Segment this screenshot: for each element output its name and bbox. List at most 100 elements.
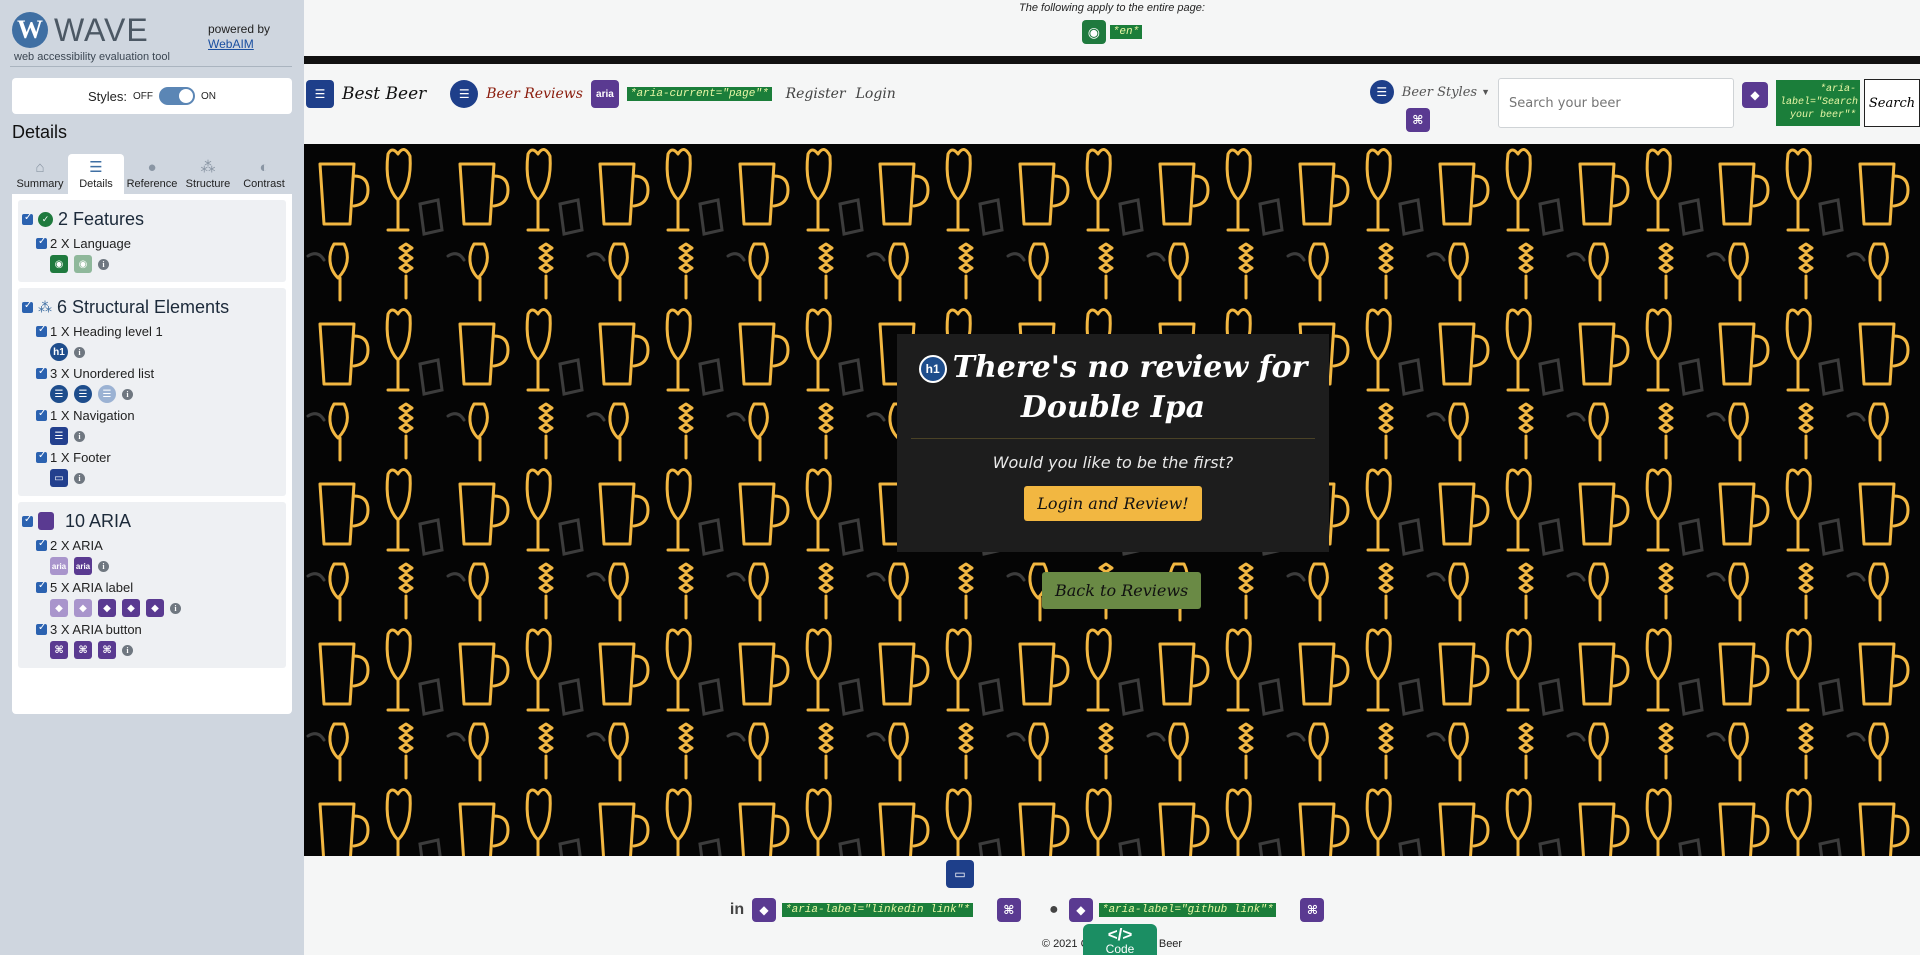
aria-button-icon[interactable]: ⌘ xyxy=(1405,108,1430,132)
structure-checkbox[interactable] xyxy=(22,300,33,313)
info-icon[interactable]: i xyxy=(74,430,85,442)
structure-icon: ⁂ xyxy=(38,298,52,315)
aria-icon[interactable]: aria xyxy=(74,557,92,575)
aria-label-tag-icon[interactable]: ◆ xyxy=(122,599,140,617)
no-review-card: h1 There's no review for Double Ipa Would… xyxy=(897,334,1329,552)
nav-link-login[interactable]: Login xyxy=(856,86,896,102)
divider xyxy=(911,438,1315,439)
lang-tag: *en* xyxy=(1109,25,1143,39)
footer-icon[interactable]: ▭ xyxy=(50,469,68,487)
aria-button-icon[interactable]: ⌘ xyxy=(74,641,92,659)
item-label: 1 X Footer xyxy=(50,450,111,465)
aria-icon[interactable]: aria xyxy=(50,557,68,575)
back-to-reviews-button[interactable]: Back to Reviews xyxy=(1042,572,1202,609)
list-item: 2 X Language ◉ ◉ i xyxy=(36,236,282,274)
aria-label-tag-icon[interactable]: ◆ xyxy=(50,599,68,617)
aria-button-icon[interactable]: ⌘ xyxy=(1300,898,1325,922)
page-title: h1 There's no review for Double Ipa xyxy=(897,334,1329,428)
tab-contrast[interactable]: ◐ Contrast xyxy=(236,154,292,194)
navigation-icon[interactable]: ☰ xyxy=(306,80,334,108)
aria-checkbox[interactable] xyxy=(22,514,33,527)
navigation-icon[interactable]: ☰ xyxy=(50,427,68,445)
aria-label-tag-icon[interactable]: ◆ xyxy=(74,599,92,617)
list-item: 5 X ARIA label ◆ ◆ ◆ ◆ ◆ i xyxy=(36,580,282,618)
tab-label: Reference xyxy=(126,178,178,190)
info-icon[interactable]: i xyxy=(74,346,85,358)
unordered-list-icon[interactable]: ☰ xyxy=(1369,80,1394,104)
webaim-link[interactable]: WebAIM xyxy=(208,37,270,52)
aria-current-tag: *aria-current="page"* xyxy=(626,87,772,101)
aria-icon[interactable]: aria xyxy=(590,80,619,108)
beer-styles-dropdown[interactable]: ☰ Beer Styles ▼ ⌘ xyxy=(1369,80,1490,132)
hero-section: h1 There's no review for Double Ipa Would… xyxy=(304,144,1920,856)
aria-button-checkbox[interactable] xyxy=(36,622,47,635)
aria-label-tag-icon[interactable]: ◆ xyxy=(1742,82,1768,108)
unordered-list-icon[interactable]: ☰ xyxy=(50,385,68,403)
info-icon[interactable]: i xyxy=(122,388,133,400)
tab-reference[interactable]: ● Reference xyxy=(124,154,180,194)
unordered-list-checkbox[interactable] xyxy=(36,366,47,379)
info-icon[interactable]: i xyxy=(98,560,109,572)
search-button[interactable]: Search xyxy=(1864,79,1920,127)
powered-by: powered by WebAIM xyxy=(208,22,270,52)
page-level-annotations: The following apply to the entire page: … xyxy=(304,0,1920,56)
aria-label-tag-icon[interactable]: ◆ xyxy=(98,599,116,617)
evaluated-page: The following apply to the entire page: … xyxy=(304,0,1920,955)
wave-subtitle: web accessibility evaluation tool xyxy=(14,51,170,63)
language-checkbox[interactable] xyxy=(36,236,47,249)
structure-title: 6 Structural Elements xyxy=(57,296,230,317)
aria-button-icon[interactable]: ⌘ xyxy=(996,898,1021,922)
wave-logo-icon: W xyxy=(12,12,48,48)
wave-brand: W WAVE web accessibility evaluation tool… xyxy=(10,8,300,64)
info-icon[interactable]: i xyxy=(122,644,133,656)
heading-checkbox[interactable] xyxy=(36,324,47,337)
item-label: 2 X ARIA xyxy=(50,538,103,553)
nav-link-register[interactable]: Register xyxy=(786,86,846,102)
code-toggle-button[interactable]: </> Code xyxy=(1083,924,1157,955)
linkedin-icon[interactable]: in xyxy=(728,901,746,919)
aria-label-tag-icon[interactable]: ◆ xyxy=(146,599,164,617)
aria-item-checkbox[interactable] xyxy=(36,538,47,551)
unordered-list-icon[interactable]: ☰ xyxy=(450,80,479,108)
info-icon[interactable]: i xyxy=(74,472,85,484)
site-brand-link[interactable]: Best Beer xyxy=(342,84,426,104)
language-icon[interactable]: ◉ xyxy=(74,255,92,273)
aria-label-checkbox[interactable] xyxy=(36,580,47,593)
tab-structure[interactable]: ⁂ Structure xyxy=(180,154,236,194)
info-icon[interactable]: i xyxy=(98,258,109,270)
styles-toggle[interactable] xyxy=(159,87,195,105)
tab-details[interactable]: ☰ Details xyxy=(68,154,124,194)
tab-label: Summary xyxy=(16,178,64,190)
list-icon: ☰ xyxy=(89,159,103,176)
footer-icon[interactable]: ▭ xyxy=(946,860,974,888)
aria-button-icon[interactable]: ⌘ xyxy=(98,641,116,659)
search-input[interactable] xyxy=(1498,78,1734,128)
unordered-list-icon[interactable]: ☰ xyxy=(98,385,116,403)
navigation-checkbox[interactable] xyxy=(36,408,47,421)
styles-on-label: ON xyxy=(201,90,216,102)
heading-h1-icon[interactable]: h1 xyxy=(918,355,947,383)
aria-button-icon[interactable]: ⌘ xyxy=(50,641,68,659)
login-and-review-button[interactable]: Login and Review! xyxy=(1024,486,1202,521)
github-icon[interactable]: ● xyxy=(1045,901,1063,919)
aria-label-tag-icon[interactable]: ◆ xyxy=(1068,898,1093,922)
features-checkbox[interactable] xyxy=(22,212,33,225)
wave-sidebar: W WAVE web accessibility evaluation tool… xyxy=(0,0,304,955)
info-icon[interactable]: i xyxy=(170,602,181,614)
footer-checkbox[interactable] xyxy=(36,450,47,463)
nav-link-beer-reviews[interactable]: Beer Reviews xyxy=(486,86,583,102)
divider xyxy=(10,66,292,67)
unordered-list-icon[interactable]: ☰ xyxy=(74,385,92,403)
language-icon[interactable]: ◉ xyxy=(50,255,68,273)
tab-label: Contrast xyxy=(243,178,285,190)
aria-label-tag-icon[interactable]: ◆ xyxy=(752,898,776,922)
page-title-text: There's no review for Double Ipa xyxy=(952,350,1308,425)
list-item: 2 X ARIA aria aria i xyxy=(36,538,282,576)
language-icon[interactable]: ◉ xyxy=(1081,20,1106,44)
item-label: 5 X ARIA label xyxy=(50,580,134,595)
item-label: 1 X Heading level 1 xyxy=(50,324,163,339)
heading-h1-icon[interactable]: h1 xyxy=(50,343,68,361)
item-label: 3 X Unordered list xyxy=(50,366,155,381)
structure-icon: ⁂ xyxy=(200,159,216,176)
tab-summary[interactable]: ⌂ Summary xyxy=(12,154,68,194)
